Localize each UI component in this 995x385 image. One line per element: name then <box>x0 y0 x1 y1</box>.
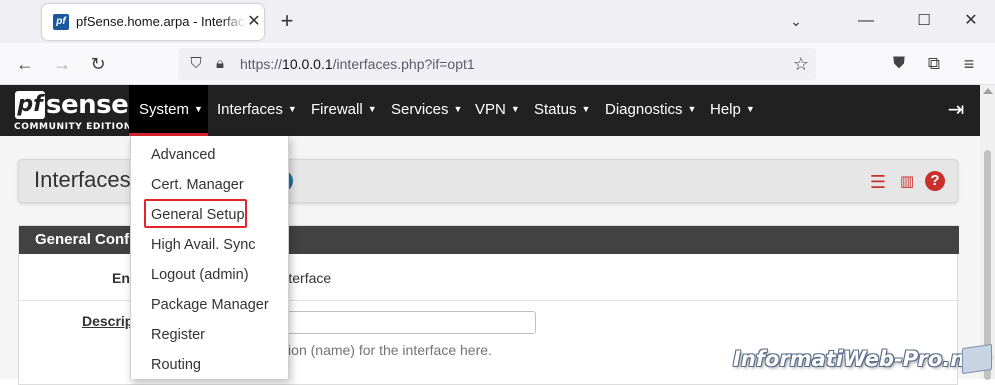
maximize-icon[interactable]: ☐ <box>913 10 935 32</box>
sliders-icon[interactable]: ☰ <box>867 171 889 193</box>
dropdown-item-general-setup[interactable]: General Setup <box>151 207 245 223</box>
scroll-up-arrow-icon[interactable] <box>983 88 993 94</box>
back-arrow-icon[interactable]: ← <box>13 52 37 76</box>
forward-arrow-icon[interactable]: → <box>50 52 74 76</box>
logout-icon[interactable]: ⇥ <box>944 98 968 122</box>
url-path: /interfaces.php?if=opt1 <box>332 56 475 72</box>
caret-down-icon: ▼ <box>581 104 591 114</box>
pfsense-navbar: pf sense COMMUNITY EDITION System ▼ Inter… <box>0 85 980 136</box>
bookmark-star-icon[interactable]: ☆ <box>790 53 812 75</box>
hamburger-menu-icon[interactable]: ≡ <box>957 52 981 76</box>
dropdown-item-logout[interactable]: Logout (admin) <box>151 267 249 283</box>
close-window-icon[interactable]: ✕ <box>960 10 982 32</box>
new-tab-plus-icon[interactable]: + <box>276 9 298 33</box>
menu-interfaces-label: Interfaces <box>217 101 283 118</box>
extensions-icon[interactable]: ⧉ <box>922 52 946 76</box>
menu-firewall-label: Firewall <box>311 101 363 118</box>
menu-system-label: System <box>139 101 190 118</box>
pfsense-logo[interactable]: pf sense COMMUNITY EDITION <box>12 89 131 133</box>
pfsense-favicon-icon: pf <box>53 14 69 30</box>
logo-pf: pf <box>15 91 45 119</box>
dropdown-item-package-manager[interactable]: Package Manager <box>151 297 269 313</box>
description-input[interactable] <box>249 311 536 334</box>
menu-status[interactable]: Status ▼ <box>524 85 600 136</box>
bar-chart-icon[interactable]: ▥ <box>896 171 918 193</box>
menu-interfaces[interactable]: Interfaces ▼ <box>207 85 307 136</box>
caret-down-icon: ▼ <box>194 104 203 114</box>
reload-icon[interactable]: ↻ <box>86 52 110 76</box>
url-text[interactable]: https://10.0.0.1/interfaces.php?if=opt1 <box>240 56 475 72</box>
dropdown-item-high-avail-sync[interactable]: High Avail. Sync <box>151 237 256 253</box>
menu-vpn[interactable]: VPN ▼ <box>465 85 530 136</box>
dropdown-item-advanced[interactable]: Advanced <box>151 147 216 163</box>
shield-icon[interactable]: ⛉ <box>186 54 206 74</box>
caret-down-icon: ▼ <box>687 104 697 114</box>
browser-navigation-bar: ← → ↻ ⛉ 🔒︎ https://10.0.0.1/interfaces.p… <box>0 43 995 85</box>
caret-down-icon: ▼ <box>287 104 297 114</box>
menu-status-label: Status <box>534 101 577 118</box>
dropdown-item-routing[interactable]: Routing <box>151 357 201 373</box>
tab-list-chevron-down-icon[interactable]: ⌄ <box>785 10 807 32</box>
system-dropdown-menu: Advanced Cert. Manager General Setup Hig… <box>130 136 289 379</box>
dropdown-item-register[interactable]: Register <box>151 327 205 343</box>
url-prefix: https:// <box>240 56 283 72</box>
menu-diagnostics[interactable]: Diagnostics ▼ <box>595 85 706 136</box>
menu-services-label: Services <box>391 101 449 118</box>
menu-help-label: Help <box>710 101 741 118</box>
menu-diagnostics-label: Diagnostics <box>605 101 683 118</box>
dropdown-item-cert-manager[interactable]: Cert. Manager <box>151 177 244 193</box>
pocket-icon[interactable]: ⛊ <box>887 52 911 76</box>
caret-down-icon: ▼ <box>745 104 755 114</box>
caret-down-icon: ▼ <box>453 104 463 114</box>
menu-services[interactable]: Services ▼ <box>381 85 472 136</box>
browser-tab[interactable]: pf pfSense.home.arpa - Interfaces: Opt1 … <box>42 4 264 40</box>
address-bar[interactable]: ⛉ 🔒︎ https://10.0.0.1/interfaces.php?if=… <box>178 48 816 80</box>
menu-vpn-label: VPN <box>475 101 506 118</box>
menu-firewall[interactable]: Firewall ▼ <box>301 85 387 136</box>
url-host: 10.0.0.1 <box>282 56 333 72</box>
caret-down-icon: ▼ <box>367 104 377 114</box>
minimize-icon[interactable]: — <box>855 10 877 32</box>
close-tab-icon[interactable]: ✕ <box>246 12 262 32</box>
tab-title: pfSense.home.arpa - Interfaces: Opt1 <box>76 14 244 29</box>
watermark: InformatiWeb-Pro.net <box>733 347 990 371</box>
tab-title-fade <box>222 10 246 34</box>
page-title: Interfaces <box>34 167 131 192</box>
menu-help[interactable]: Help ▼ <box>700 85 765 136</box>
computer-logo-icon <box>962 343 992 375</box>
menu-system[interactable]: System ▼ <box>129 85 208 136</box>
help-icon[interactable]: ? <box>925 171 945 191</box>
browser-tab-bar: pf pfSense.home.arpa - Interfaces: Opt1 … <box>0 0 995 43</box>
logo-edition: COMMUNITY EDITION <box>14 122 132 132</box>
logo-sense: sense <box>46 90 129 120</box>
caret-down-icon: ▼ <box>510 104 520 114</box>
lock-icon[interactable]: 🔒︎ <box>210 54 230 74</box>
